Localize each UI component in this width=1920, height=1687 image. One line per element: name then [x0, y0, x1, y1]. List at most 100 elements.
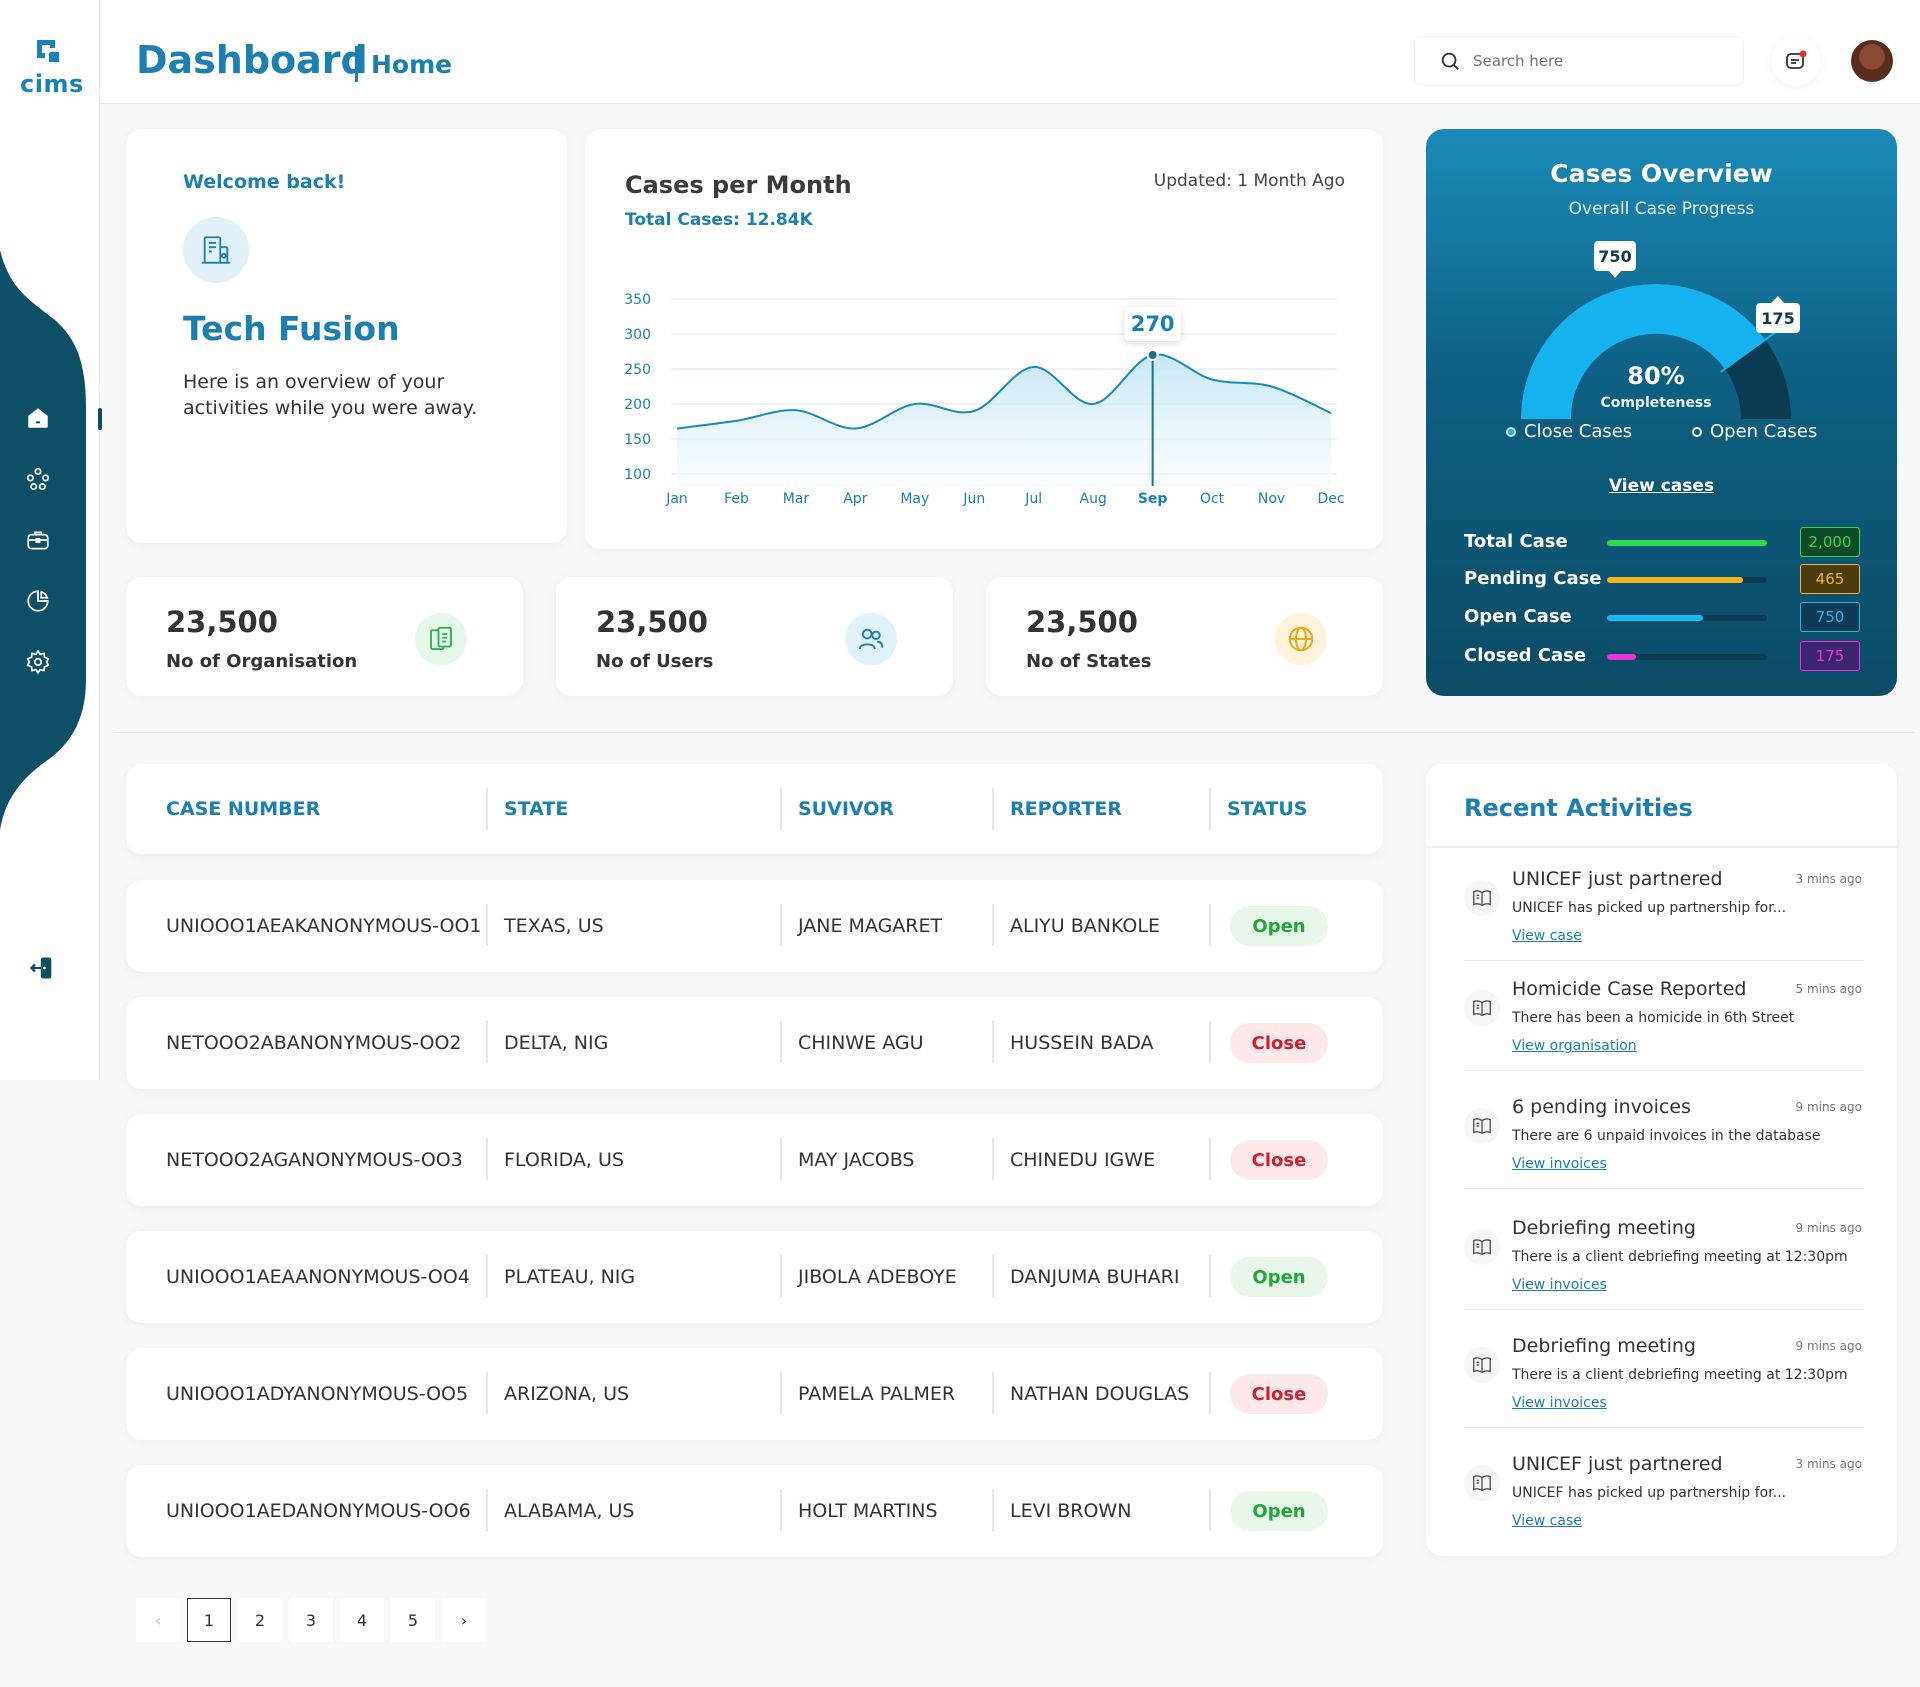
- stat-value: 23,500: [1026, 605, 1138, 639]
- completeness-gauge: 750 175 80% Completeness: [1521, 241, 1800, 420]
- cell-state: FLORIDA, US: [504, 1149, 624, 1171]
- status-badge[interactable]: Close: [1230, 1140, 1328, 1180]
- book-open-icon: [1473, 1475, 1491, 1492]
- column-separator: [992, 1138, 994, 1180]
- status-badge[interactable]: Open: [1230, 906, 1328, 946]
- activity-link[interactable]: View case: [1512, 1513, 1582, 1529]
- activity-link[interactable]: View case: [1512, 928, 1582, 944]
- page-5-button[interactable]: 5: [391, 1598, 435, 1642]
- x-tick-label: Dec: [1317, 491, 1344, 507]
- cell-survivor: PAMELA PALMER: [798, 1383, 956, 1405]
- activity-link[interactable]: View invoices: [1512, 1395, 1607, 1411]
- y-tick-label: 100: [624, 467, 651, 483]
- gauge-percent-label: Completeness: [1600, 395, 1711, 411]
- logout-button[interactable]: [22, 948, 62, 988]
- gear-icon: [26, 649, 50, 675]
- column-header-reporter[interactable]: REPORTER: [1010, 798, 1122, 820]
- top-header: Dashboard Home: [100, 0, 1920, 104]
- avatar[interactable]: [1851, 40, 1893, 82]
- progress-fill: [1607, 577, 1743, 583]
- page-3-button[interactable]: 3: [289, 1598, 333, 1642]
- pagination: ‹ 1 2 3 4 5 ›: [136, 1598, 493, 1642]
- overview-row-total: Total Case 2,000: [1464, 527, 1864, 557]
- column-header-case-number[interactable]: CASE NUMBER: [166, 798, 320, 820]
- status-badge[interactable]: Close: [1230, 1374, 1328, 1414]
- search-input[interactable]: [1473, 52, 1713, 70]
- logo[interactable]: cims: [20, 40, 84, 98]
- activities-divider: [1426, 846, 1897, 848]
- activity-description: UNICEF has picked up partnership for...: [1512, 900, 1787, 916]
- column-separator: [780, 1372, 782, 1414]
- stat-organisations: 23,500 No of Organisation: [126, 577, 523, 696]
- section-divider: [114, 732, 1914, 733]
- stat-icon-badge: [415, 613, 467, 665]
- column-header-state[interactable]: STATE: [504, 798, 568, 820]
- row-label: Pending Case: [1464, 568, 1602, 589]
- sidebar-item-groups[interactable]: [18, 459, 58, 499]
- cases-overview-card: Cases Overview Overall Case Progress 750…: [1426, 129, 1897, 696]
- book-open-icon: [1473, 890, 1491, 907]
- status-badge[interactable]: Open: [1230, 1257, 1328, 1297]
- cell-survivor: CHINWE AGU: [798, 1032, 924, 1054]
- pagination-prev-button[interactable]: ‹: [136, 1598, 180, 1642]
- overview-row-closed: Closed Case 175: [1464, 641, 1864, 671]
- y-tick-label: 350: [624, 292, 651, 308]
- table-row[interactable]: UNIOOO1AEDANONYMOUS-OO6 ALABAMA, US HOLT M…: [126, 1465, 1383, 1557]
- cell-reporter: HUSSEIN BADA: [1010, 1032, 1154, 1054]
- organisation-badge: [183, 217, 249, 283]
- activity-link[interactable]: View invoices: [1512, 1156, 1607, 1172]
- cell-state: DELTA, NIG: [504, 1032, 609, 1054]
- overview-row-open: Open Case 750: [1464, 602, 1864, 632]
- column-header-status[interactable]: STATUS: [1227, 798, 1307, 820]
- view-cases-label: View cases: [1608, 476, 1715, 496]
- column-separator: [1209, 904, 1211, 946]
- column-header-survivor[interactable]: SUVIVOR: [798, 798, 894, 820]
- gauge-percent: 80%: [1627, 362, 1684, 390]
- logo-text: cims: [20, 70, 84, 98]
- page-4-button[interactable]: 4: [340, 1598, 384, 1642]
- legend-close-cases: Close Cases: [1506, 421, 1632, 442]
- row-value-badge: 750: [1800, 602, 1860, 632]
- column-separator: [992, 1255, 994, 1297]
- column-separator: [780, 788, 782, 830]
- table-row[interactable]: NETOOO2AGANONYMOUS-OO3 FLORIDA, US MAY JAC…: [126, 1114, 1383, 1206]
- activity-time: 3 mins ago: [1795, 1457, 1862, 1471]
- activity-description: There is a client debriefing meeting at …: [1512, 1367, 1848, 1383]
- cell-survivor: HOLT MARTINS: [798, 1500, 938, 1522]
- notification-button[interactable]: [1771, 36, 1821, 86]
- status-badge[interactable]: Open: [1230, 1491, 1328, 1531]
- table-row[interactable]: NETOOO2ABANONYMOUS-OO2 DELTA, NIG CHINWE A…: [126, 997, 1383, 1089]
- page-2-button[interactable]: 2: [238, 1598, 282, 1642]
- table-row[interactable]: UNIOOO1AEAANONYMOUS-OO4 PLATEAU, NIG JIBOL…: [126, 1231, 1383, 1323]
- status-badge[interactable]: Close: [1230, 1023, 1328, 1063]
- activity-separator: [1464, 1070, 1864, 1071]
- x-tick-label: Sep: [1138, 491, 1168, 507]
- search-box[interactable]: [1414, 36, 1744, 86]
- view-cases-link[interactable]: View cases: [1426, 476, 1897, 496]
- activity-link[interactable]: View invoices: [1512, 1277, 1607, 1293]
- stat-label: No of Users: [596, 651, 714, 672]
- book-open-icon: [1473, 1000, 1491, 1017]
- x-tick-label: Mar: [783, 491, 810, 507]
- sidebar-item-home[interactable]: [18, 398, 58, 438]
- table-row[interactable]: UNIOOO1AEAKANONYMOUS-OO1 TEXAS, US JANE MA…: [126, 880, 1383, 972]
- breadcrumb[interactable]: Home: [371, 50, 452, 79]
- stat-states: 23,500 No of States: [986, 577, 1383, 696]
- recent-activities-card: Recent Activities UNICEF just partnered 3…: [1426, 764, 1897, 1556]
- sidebar-item-reports[interactable]: [18, 581, 58, 621]
- cases-area-chart: 100 150 200 250 300 350 Jan Feb Mar Apr May Jun Jul A…: [624, 292, 1344, 507]
- page-1-button[interactable]: 1: [187, 1598, 231, 1642]
- column-separator: [486, 1255, 488, 1297]
- highlight-point: [1146, 349, 1159, 361]
- activity-time: 9 mins ago: [1795, 1339, 1862, 1353]
- cell-case: NETOOO2AGANONYMOUS-OO3: [166, 1149, 463, 1171]
- logo-mark-icon: [37, 40, 63, 66]
- sidebar-item-settings[interactable]: [18, 642, 58, 682]
- table-row[interactable]: UNIOOO1ADYANONYMOUS-OO5 ARIZONA, US PAMELA…: [126, 1348, 1383, 1440]
- pagination-next-button[interactable]: ›: [442, 1598, 486, 1642]
- activity-description: There has been a homicide in 6th Street: [1512, 1010, 1795, 1026]
- stat-users: 23,500 No of Users: [556, 577, 953, 696]
- sidebar-item-cases[interactable]: [18, 520, 58, 560]
- activity-title: Homicide Case Reported: [1512, 978, 1747, 1000]
- activity-link[interactable]: View organisation: [1512, 1038, 1637, 1054]
